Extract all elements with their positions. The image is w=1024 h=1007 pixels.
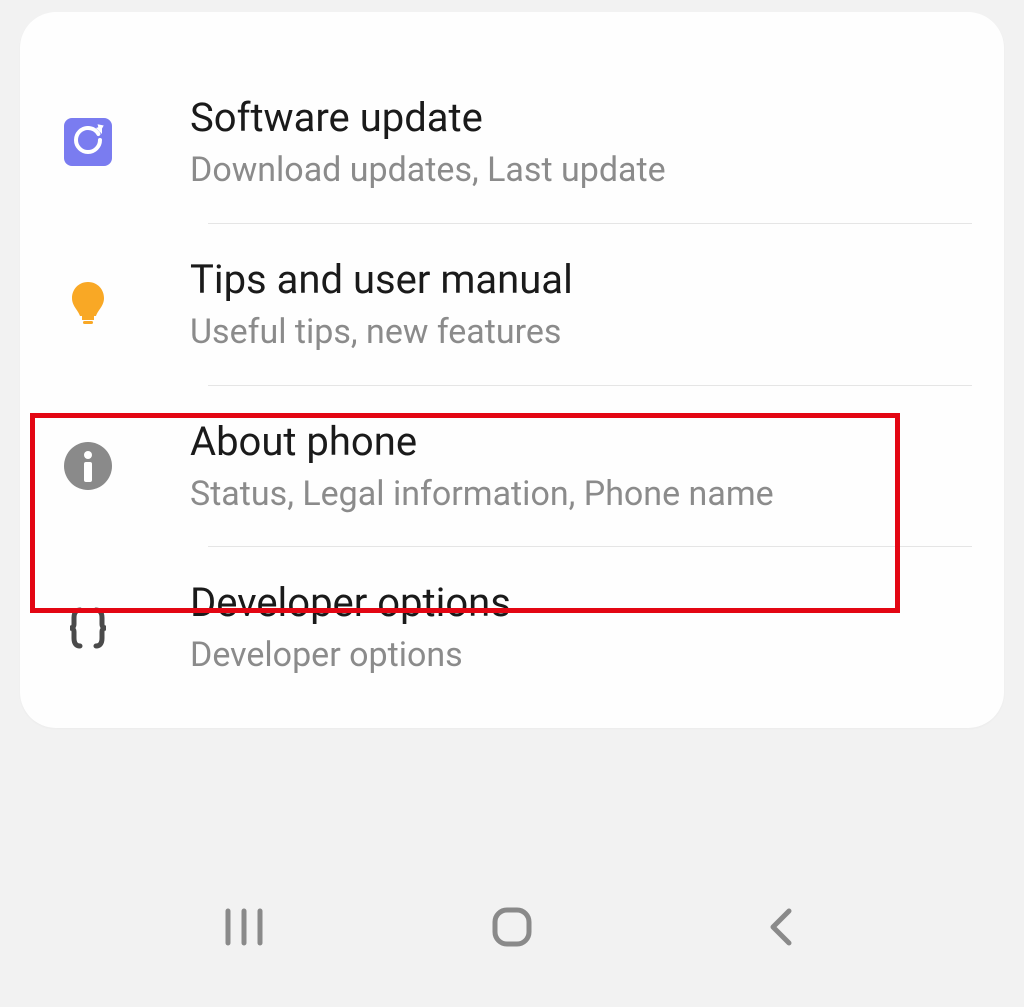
settings-item-tips[interactable]: Tips and user manual Useful tips, new fe… (20, 224, 1004, 385)
settings-list: Software update Download updates, Last u… (20, 12, 1004, 728)
settings-item-software-update[interactable]: Software update Download updates, Last u… (20, 62, 1004, 223)
back-button[interactable] (750, 897, 810, 957)
item-title: Tips and user manual (190, 256, 964, 304)
info-icon (60, 438, 116, 494)
item-title: Software update (190, 94, 964, 142)
update-icon (60, 114, 116, 170)
settings-item-about-phone[interactable]: About phone Status, Legal information, P… (20, 386, 1004, 547)
settings-item-developer-options[interactable]: Developer options Developer options (20, 547, 1004, 708)
item-title: Developer options (190, 579, 964, 627)
navigation-bar (0, 897, 1024, 957)
item-subtitle: Useful tips, new features (190, 312, 964, 353)
item-subtitle: Status, Legal information, Phone name (190, 474, 964, 515)
braces-icon (60, 600, 116, 656)
item-subtitle: Download updates, Last update (190, 150, 964, 191)
home-button[interactable] (482, 897, 542, 957)
item-title: About phone (190, 418, 964, 466)
item-subtitle: Developer options (190, 635, 964, 676)
lightbulb-icon (60, 276, 116, 332)
recents-button[interactable] (214, 897, 274, 957)
